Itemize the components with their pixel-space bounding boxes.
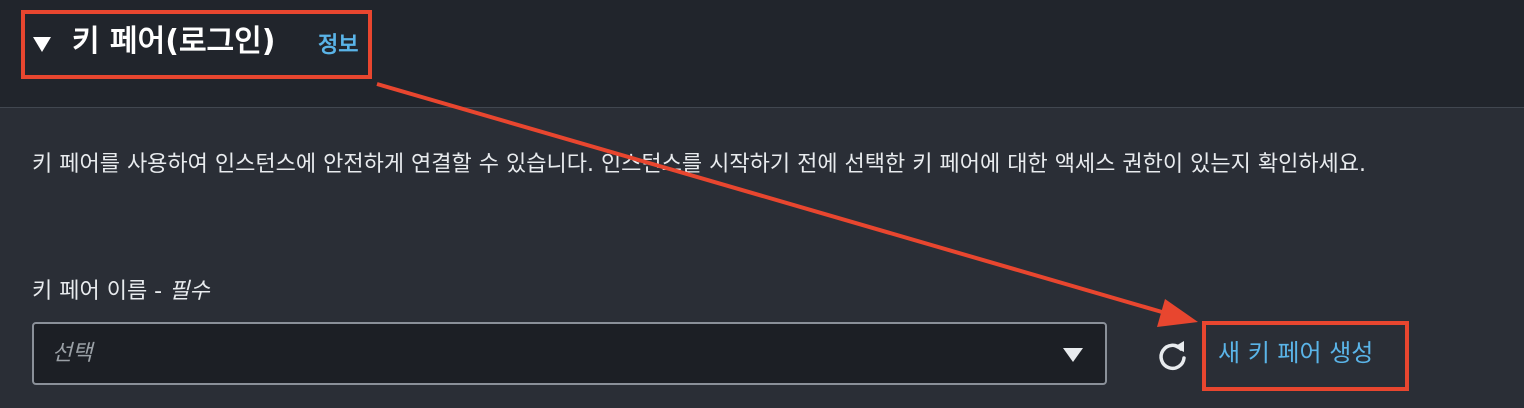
dropdown-caret-icon [1063, 348, 1083, 362]
section-description: 키 페어를 사용하여 인스턴스에 안전하게 연결할 수 있습니다. 인스턴스를 … [32, 152, 1367, 177]
select-placeholder: 선택 [52, 341, 93, 366]
section-header: 키 페어(로그인) 정보 [0, 0, 1524, 108]
required-indicator: 필수 [169, 279, 210, 304]
refresh-icon [1159, 341, 1186, 371]
annotation-highlight-title [21, 10, 372, 79]
field-label-text: 키 페어 이름 - [32, 279, 170, 304]
key-pair-name-label: 키 페어 이름 - 필수 [32, 276, 210, 308]
key-pair-select[interactable]: 선택 [32, 322, 1107, 385]
refresh-button[interactable] [1152, 336, 1192, 376]
annotation-highlight-create [1202, 321, 1409, 391]
